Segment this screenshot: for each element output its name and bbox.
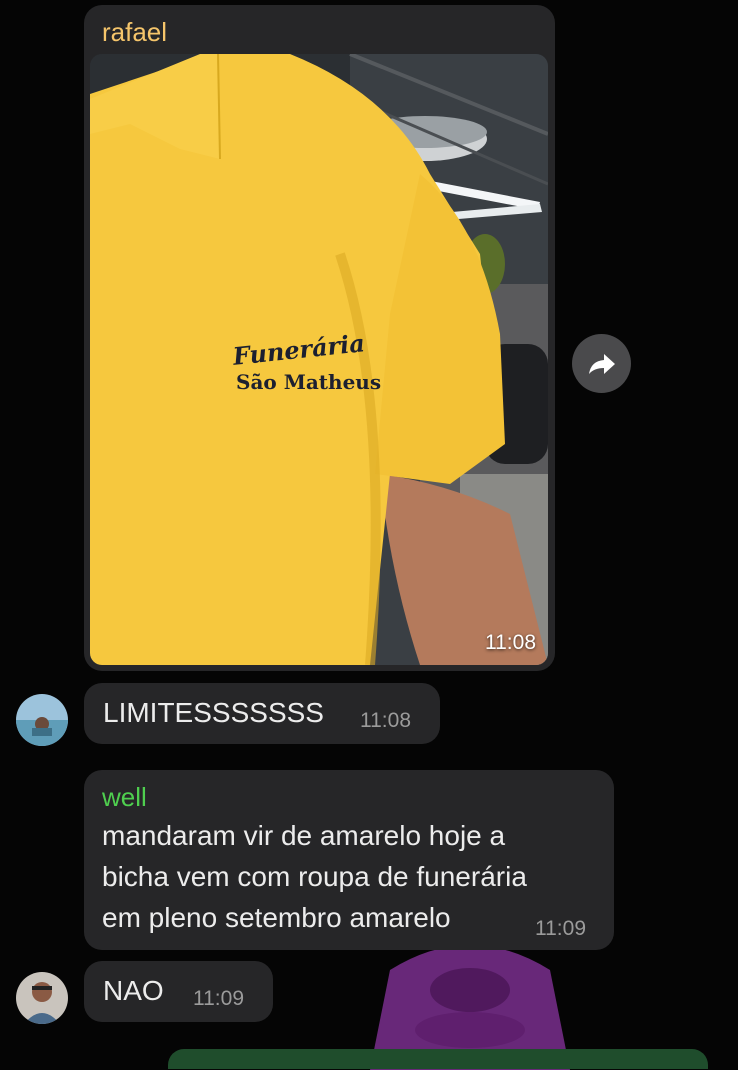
avatar[interactable] — [16, 694, 68, 746]
shirt-photo[interactable]: Funerária São Matheus 11:08 — [90, 54, 548, 665]
sender-name[interactable]: rafael — [102, 17, 167, 48]
avatar-image — [16, 972, 68, 1024]
text-message-bubble[interactable]: LIMITESSSSSSS 11:08 — [84, 683, 440, 744]
forward-button[interactable] — [572, 334, 631, 393]
message-time: 11:08 — [360, 709, 411, 732]
avatar[interactable] — [16, 972, 68, 1024]
photo-image: Funerária São Matheus — [90, 54, 548, 665]
message-time: 11:09 — [535, 917, 586, 940]
message-time: 11:08 — [485, 631, 536, 654]
text-message-bubble[interactable]: NAO 11:09 — [84, 961, 273, 1022]
message-text: LIMITESSSSSSS — [103, 697, 324, 728]
embroidery-text-line2: São Matheus — [236, 370, 381, 394]
forward-arrow-icon — [588, 353, 615, 374]
message-text: mandaram vir de amarelo hoje a bicha vem… — [102, 820, 527, 933]
avatar-image — [16, 694, 68, 746]
sender-name[interactable]: well — [102, 782, 147, 813]
message-text: NAO — [103, 975, 164, 1006]
text-message-bubble[interactable]: well mandaram vir de amarelo hoje a bich… — [84, 770, 614, 950]
message-time: 11:09 — [193, 987, 244, 1010]
outgoing-message-bubble-partial[interactable] — [168, 1049, 708, 1069]
